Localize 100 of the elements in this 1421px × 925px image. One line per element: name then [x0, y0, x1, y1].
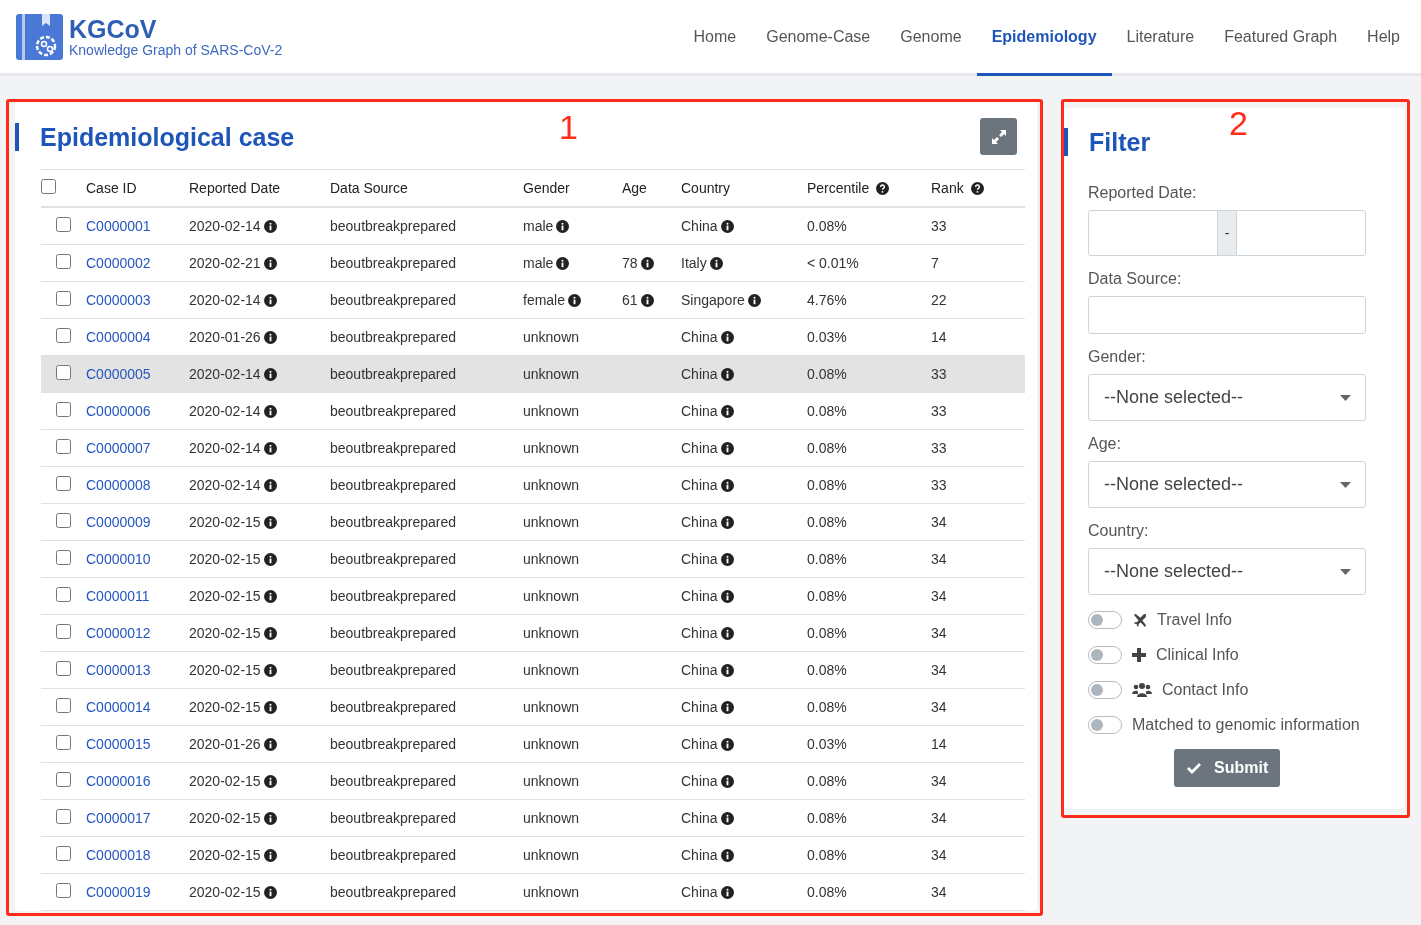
toggle-switch[interactable] — [1088, 715, 1122, 734]
case-id-link[interactable]: C0000006 — [86, 403, 151, 419]
info-icon — [720, 516, 734, 529]
dropdown[interactable]: --None selected-- — [1088, 461, 1366, 508]
table-cell: 33 — [931, 366, 947, 382]
table-cell: 14 — [931, 329, 947, 345]
row-checkbox[interactable] — [56, 476, 71, 491]
case-id-link[interactable]: C0000014 — [86, 699, 151, 715]
table-cell: 2020-02-15 — [189, 810, 261, 826]
row-checkbox[interactable] — [56, 846, 71, 861]
table-cell: 0.03% — [807, 736, 847, 752]
select-all-checkbox[interactable] — [41, 179, 56, 194]
row-checkbox[interactable] — [56, 291, 71, 306]
info-icon — [720, 701, 734, 714]
nav-link[interactable]: Genome — [885, 0, 977, 76]
case-id-link[interactable]: C0000008 — [86, 477, 151, 493]
table-cell: unknown — [523, 625, 580, 641]
dropdown[interactable]: --None selected-- — [1088, 374, 1366, 421]
nav-link[interactable]: Featured Graph — [1209, 0, 1353, 76]
start-date-field[interactable] — [1088, 210, 1218, 256]
case-id-link[interactable]: C0000003 — [86, 292, 151, 308]
nav-link[interactable]: Epidemiology — [976, 0, 1112, 76]
toggle-label: Contact Info — [1162, 680, 1249, 699]
table-cell: 0.08% — [807, 366, 847, 382]
submit-button[interactable]: Submit — [1174, 749, 1281, 787]
row-checkbox[interactable] — [56, 624, 71, 639]
plus-icon — [1132, 647, 1146, 662]
table-cell: China — [681, 588, 718, 604]
column-header: Gender — [523, 180, 570, 196]
row-checkbox[interactable] — [56, 809, 71, 824]
row-checkbox[interactable] — [56, 772, 71, 787]
table-cell: beoutbreakprepared — [330, 736, 457, 752]
field-label: Country: — [1088, 522, 1150, 540]
table-cell: male — [523, 255, 554, 271]
nav-link[interactable]: Literature — [1111, 0, 1210, 76]
info-icon — [263, 294, 277, 307]
case-id-link[interactable]: C0000019 — [86, 884, 151, 900]
column-header: Case ID — [86, 180, 137, 196]
row-checkbox[interactable] — [56, 254, 71, 269]
toggle-label: Matched to genomic information — [1132, 715, 1360, 734]
toggle-switch[interactable] — [1088, 680, 1122, 699]
table-cell: unknown — [523, 847, 580, 863]
case-id-link[interactable]: C0000017 — [86, 810, 151, 826]
row-checkbox[interactable] — [56, 883, 71, 898]
table-cell: unknown — [523, 329, 580, 345]
case-id-link[interactable]: C0000002 — [86, 255, 151, 271]
table-cell: beoutbreakprepared — [330, 773, 457, 789]
nav-link[interactable]: Home — [678, 0, 752, 76]
table-cell: 0.03% — [807, 329, 847, 345]
case-id-link[interactable]: C0000009 — [86, 514, 151, 530]
data-source-field[interactable] — [1088, 296, 1366, 334]
row-checkbox[interactable] — [56, 439, 71, 454]
row-checkbox[interactable] — [56, 698, 71, 713]
row-checkbox[interactable] — [56, 217, 71, 232]
row-checkbox[interactable] — [56, 550, 71, 565]
table-cell: beoutbreakprepared — [330, 255, 457, 271]
case-id-link[interactable]: C0000015 — [86, 736, 151, 752]
toggle-switch[interactable] — [1088, 645, 1122, 664]
end-date-field[interactable] — [1236, 210, 1366, 256]
case-id-link[interactable]: C0000018 — [86, 847, 151, 863]
table-cell: China — [681, 477, 718, 493]
row-checkbox[interactable] — [56, 735, 71, 750]
nav-link[interactable]: Help — [1352, 0, 1415, 76]
case-id-link[interactable]: C0000010 — [86, 551, 151, 567]
case-id-link[interactable]: C0000004 — [86, 329, 151, 345]
info-icon — [720, 553, 734, 566]
toggle-switch[interactable] — [1088, 610, 1122, 629]
expand-button[interactable] — [980, 118, 1017, 155]
nav-link[interactable]: Genome-Case — [751, 0, 886, 76]
table-cell: 34 — [931, 699, 947, 715]
annotation-number: 1 — [559, 108, 578, 147]
table-cell: 2020-01-26 — [189, 736, 261, 752]
field-label: Reported Date: — [1088, 184, 1198, 202]
row-checkbox[interactable] — [56, 328, 71, 343]
table-cell: China — [681, 440, 718, 456]
info-icon — [640, 257, 654, 270]
case-id-link[interactable]: C0000013 — [86, 662, 151, 678]
table-cell: unknown — [523, 588, 580, 604]
table-cell: unknown — [523, 551, 580, 567]
row-checkbox[interactable] — [56, 587, 71, 602]
toggle-label: Travel Info — [1157, 610, 1232, 629]
caret-icon — [1340, 394, 1351, 401]
info-icon — [720, 664, 734, 677]
row-checkbox[interactable] — [56, 402, 71, 417]
dropdown[interactable]: --None selected-- — [1088, 548, 1366, 595]
field-label: Age: — [1088, 435, 1122, 453]
table-cell: 34 — [931, 847, 947, 863]
table-cell: 7 — [931, 255, 939, 271]
info-icon — [640, 294, 654, 307]
case-id-link[interactable]: C0000007 — [86, 440, 151, 456]
info-icon — [720, 812, 734, 825]
table-cell: China — [681, 403, 718, 419]
row-checkbox[interactable] — [56, 661, 71, 676]
row-checkbox[interactable] — [56, 513, 71, 528]
table-cell: unknown — [523, 810, 580, 826]
case-id-link[interactable]: C0000016 — [86, 773, 151, 789]
row-checkbox[interactable] — [56, 365, 71, 380]
case-id-link[interactable]: C0000001 — [86, 218, 151, 234]
case-id-link[interactable]: C0000011 — [86, 588, 150, 604]
case-id-link[interactable]: C0000012 — [86, 625, 151, 641]
